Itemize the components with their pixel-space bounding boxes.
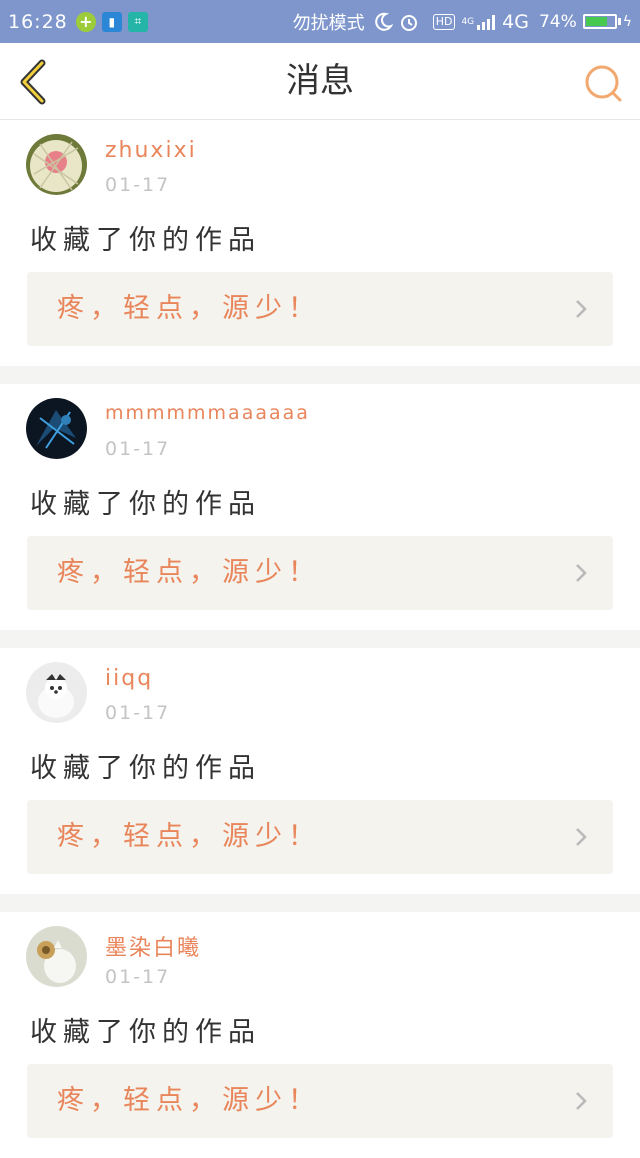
hd-badge: HD [432,13,456,30]
work-link[interactable]: 疼，轻点，源少！ [27,800,613,874]
battery-saver-icon: ▮ [101,11,122,32]
work-link[interactable]: 疼，轻点，源少！ [27,272,613,346]
dog-avatar-image [26,662,87,723]
network-label: 4G [502,10,529,33]
avatar[interactable] [26,926,87,987]
work-title: 疼，轻点，源少！ [57,1085,321,1116]
divider [0,894,640,912]
charging-icon: ϟ [622,13,632,30]
network-small-label: 4G [461,16,475,27]
message-date: 01-17 [105,174,171,196]
battery-icon: ϟ [582,13,632,30]
avatar[interactable] [26,662,87,723]
message-list: zhuxixi 01-17 收藏了你的作品 疼，轻点，源少！ mmmmmmaaa… [0,120,640,1158]
message-card: mmmmmmaaaaaa 01-17 收藏了你的作品 疼，轻点，源少！ [0,384,640,630]
divider [0,630,640,648]
username[interactable]: 墨染白曦 [105,930,201,962]
avatar[interactable] [26,398,87,459]
cat-avatar-image [26,926,87,987]
work-title: 疼，轻点，源少！ [57,293,321,324]
signal-icon [477,14,496,30]
do-not-disturb-label: 勿扰模式 [292,12,365,34]
battery-tip [617,18,621,25]
work-link[interactable]: 疼，轻点，源少！ [27,1064,613,1138]
action-text: 收藏了你的作品 [30,225,261,256]
dark-blue-avatar-image [26,398,87,459]
battery-percent: 74% [538,11,577,32]
work-title: 疼，轻点，源少！ [57,821,321,852]
action-text: 收藏了你的作品 [30,753,261,784]
moon-icon [374,12,393,31]
message-date: 01-17 [105,438,171,460]
work-link[interactable]: 疼，轻点，源少！ [27,536,613,610]
username[interactable]: iiqq [105,666,153,691]
action-text: 收藏了你的作品 [30,1017,261,1048]
work-title: 疼，轻点，源少！ [57,557,321,588]
status-bar: 16:28 + ▮ ⌗ 勿扰模式 HD 4G 4G 74% ϟ [0,0,640,43]
battery-body [582,14,617,29]
search-icon[interactable] [584,63,624,103]
battery-fill [585,17,607,26]
avatar[interactable] [26,134,87,195]
plus-badge-icon: + [75,11,96,32]
message-date: 01-17 [105,702,171,724]
divider [0,366,640,384]
message-card: iiqq 01-17 收藏了你的作品 疼，轻点，源少！ [0,648,640,894]
chevron-right-icon [576,564,587,582]
melon-avatar-image [26,134,87,195]
chevron-right-icon [576,1092,587,1110]
alarm-icon [400,14,417,31]
status-left: 16:28 + ▮ ⌗ [8,11,154,33]
chevron-right-icon [576,300,587,318]
status-time: 16:28 [8,10,68,33]
message-card: 墨染白曦 01-17 收藏了你的作品 疼，轻点，源少！ [0,912,640,1158]
username[interactable]: mmmmmmaaaaaa [105,402,310,424]
navigation-header: 消息 [0,43,640,120]
chevron-right-icon [576,828,587,846]
message-date: 01-17 [105,966,171,988]
action-text: 收藏了你的作品 [30,489,261,520]
page-title: 消息 [286,61,354,101]
message-card: zhuxixi 01-17 收藏了你的作品 疼，轻点，源少！ [0,120,640,366]
status-right: 勿扰模式 HD 4G 4G 74% ϟ [285,9,632,35]
username[interactable]: zhuxixi [105,138,197,163]
scan-icon: ⌗ [127,11,148,32]
